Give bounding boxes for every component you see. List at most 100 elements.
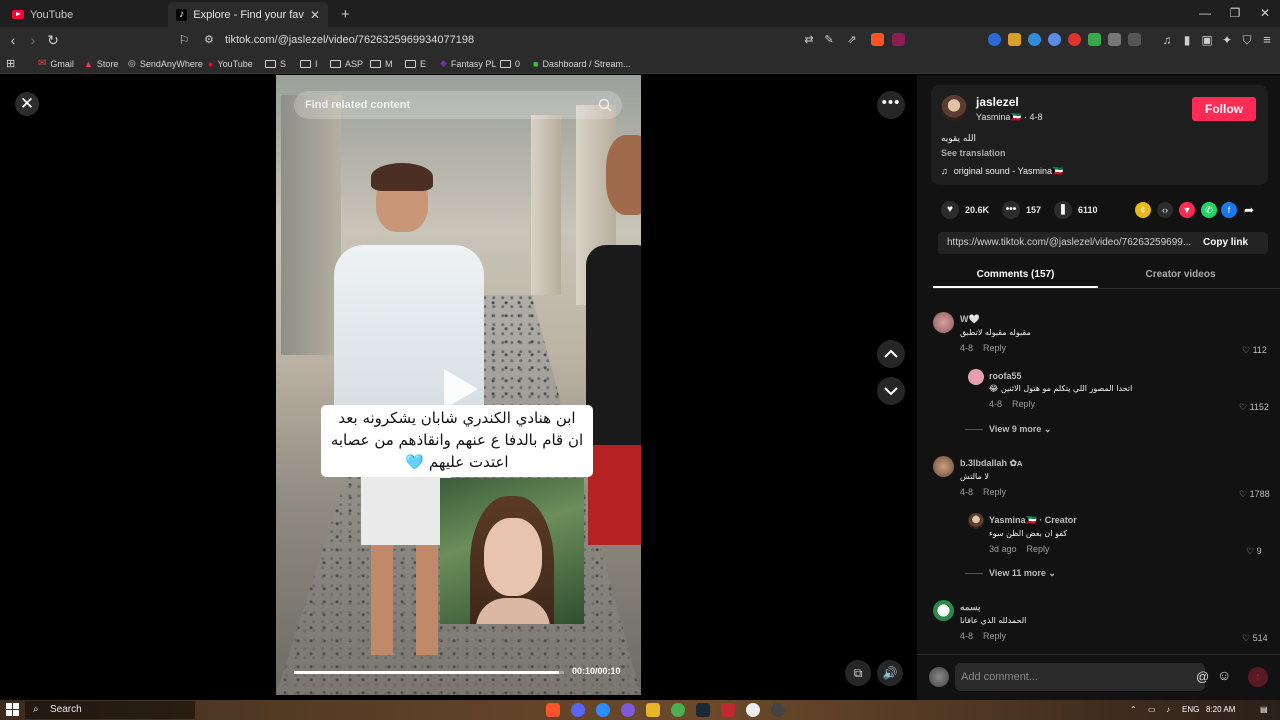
translate-icon[interactable]: ⇄ [800,31,818,49]
volume-icon[interactable]: ♪ [1166,700,1170,720]
tab-youtube[interactable]: YouTube [4,2,164,27]
puzzle-icon[interactable] [1108,33,1121,46]
find-related-search[interactable]: Find related content [294,91,622,119]
reload-icon[interactable]: ↻ [44,31,62,49]
bookmark-gmail[interactable]: ✉ Gmail [38,56,74,71]
post-comment-button[interactable]: ↑ [1248,667,1268,687]
tab-explore[interactable]: ♪ Explore - Find your favourite vid ✕ [168,2,328,27]
bookmark-dashboard[interactable]: ■ Dashboard / Stream... [533,56,630,71]
picture-in-picture-button[interactable]: ⧉ [845,660,871,686]
sound-link[interactable]: ♫ original sound - Yasmina🇰🇼 [941,166,1063,177]
add-comment-input[interactable]: Add comment... [955,663,1205,691]
commenter-avatar[interactable] [933,456,954,477]
brave-taskbar-icon[interactable] [546,703,560,717]
rewards-icon[interactable] [892,33,905,46]
emoji-icon[interactable]: ☺ [1217,667,1231,683]
bookmark-folder-m[interactable]: M [370,56,393,71]
commenter-avatar[interactable] [968,369,984,385]
new-tab-button[interactable]: + [333,2,353,27]
sidebar-icon[interactable]: ▮ [1178,31,1196,49]
extension-icon[interactable] [1068,33,1081,46]
commenter-name[interactable]: Yasmina🇰🇼 · Creator [989,515,1077,526]
bookmark-youtube[interactable]: ● YouTube [208,56,253,71]
site-settings-icon[interactable]: ⚙ [204,30,214,50]
bookmark-folder-i[interactable]: I [300,56,318,71]
copy-link-button[interactable]: Copy link [1203,232,1248,254]
taskbar-search[interactable]: ⌕ Search [25,701,195,719]
app-taskbar-icon[interactable] [721,703,735,717]
reply-button[interactable]: Reply [983,343,1006,353]
view-more-replies[interactable]: View 11 more ⌄ [965,568,1056,579]
comment-like[interactable]: ♡ 9 [1246,546,1262,557]
bookmark-folder-e[interactable]: E [405,56,426,71]
comment-like[interactable]: ♡ 112 [1242,345,1267,356]
close-icon[interactable]: ✕ [15,92,39,116]
extension-icon[interactable] [1088,33,1101,46]
bookmark-folder-asp[interactable]: ASP [330,56,363,71]
bookmark-folder-0[interactable]: 0 [500,56,520,71]
bookmark-fantasy-pl[interactable]: ◆ Fantasy PL [440,56,496,71]
save-stat[interactable]: ❚ 6110 [1054,201,1098,219]
author-username[interactable]: jaslezel [976,95,1019,109]
commenter-avatar[interactable] [933,600,954,621]
clock[interactable]: 8:20 AM [1206,700,1235,720]
commenter-name[interactable]: بسمه [960,602,1026,613]
reply-button[interactable]: Reply [1027,544,1050,554]
menu-icon[interactable]: ≡ [1258,31,1276,49]
network-icon[interactable]: ▭ [1148,700,1156,720]
tab-comments[interactable]: Comments (157) [933,262,1098,288]
mention-icon[interactable]: @ [1196,669,1209,684]
reply-button[interactable]: Reply [983,487,1006,497]
bookmark-folder-s[interactable]: S [265,56,286,71]
view-more-replies[interactable]: View 9 more ⌄ [965,424,1051,435]
edit-icon[interactable]: ✎ [820,31,838,49]
minimize-button[interactable]: — [1190,4,1220,22]
share-page-icon[interactable]: ⇗ [843,31,861,49]
more-options-button[interactable]: ••• [877,91,905,119]
video-player[interactable]: Find related content ابن هنادي الكندري ش… [276,75,641,695]
language-indicator[interactable]: ENG [1182,700,1199,720]
video-progress-bar[interactable] [294,671,564,674]
previous-video-button[interactable] [877,340,905,368]
volume-button[interactable]: 🔊 [877,660,903,686]
chevron-up-icon[interactable]: ⌃ [1130,700,1137,720]
zoom-taskbar-icon[interactable] [596,703,610,717]
extension-icon[interactable] [1008,33,1021,46]
vpn-icon[interactable]: ⛉ [1238,31,1256,49]
commenter-avatar[interactable] [933,312,954,333]
reply-button[interactable]: Reply [983,631,1006,641]
notification-icon[interactable]: ▤ [1260,700,1268,720]
bookmark-icon[interactable]: ⚐ [175,31,193,49]
comment-stat[interactable]: ••• 157 [1002,201,1041,219]
windows-start-icon[interactable] [6,703,19,716]
commenter-name[interactable]: roofa55 [989,371,1132,381]
bookmark-store[interactable]: ▲ Store [84,56,118,71]
apps-icon[interactable]: ⊞ [6,56,15,71]
chrome-taskbar-icon[interactable] [671,703,685,717]
comment-like[interactable]: ♡ 1152 [1239,402,1269,413]
extension-icon[interactable] [1128,33,1141,46]
steam-taskbar-icon[interactable] [696,703,710,717]
share-link-url[interactable]: https://www.tiktok.com/@jaslezel/video/7… [947,232,1192,254]
reply-button[interactable]: Reply [1012,399,1035,409]
close-window-button[interactable]: ✕ [1250,4,1280,22]
creator-avatar[interactable] [968,513,984,529]
extension-icon[interactable] [1028,33,1041,46]
share-icon[interactable]: ➦ [1241,202,1257,218]
commenter-name[interactable]: W🤍 [960,314,1031,325]
app-taskbar-icon[interactable] [746,703,760,717]
forward-icon[interactable]: › [24,31,42,49]
send-icon[interactable]: ▼ [1179,202,1195,218]
restore-button[interactable]: ❐ [1220,4,1250,22]
see-translation-link[interactable]: See translation [941,148,1006,158]
whatsapp-icon[interactable]: ✆ [1201,202,1217,218]
author-avatar[interactable] [941,95,967,121]
like-stat[interactable]: ♥ 20.6K [941,201,989,219]
leo-icon[interactable]: ✦ [1218,31,1236,49]
close-tab-icon[interactable]: ✕ [310,8,320,22]
next-video-button[interactable] [877,377,905,405]
wallet-icon[interactable]: ▣ [1198,31,1216,49]
tab-creator-videos[interactable]: Creator videos [1098,262,1263,288]
comment-like[interactable]: ♡ 1788 [1239,489,1270,500]
commenter-name[interactable]: b.3lbdallah ✿ᴀ [960,458,1022,469]
